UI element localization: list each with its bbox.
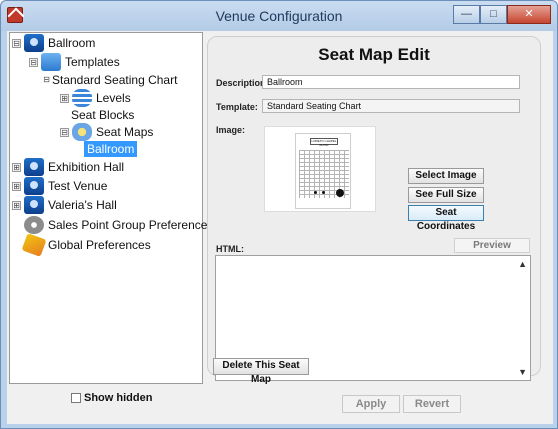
html-label: HTML: xyxy=(216,244,244,254)
venue-configuration-window: Venue Configuration — □ ✕ ⊟ Ballroom ⊟ T… xyxy=(0,0,558,429)
scroll-down-arrow-icon[interactable]: ▼ xyxy=(518,367,527,377)
levels-icon xyxy=(72,89,92,107)
templates-icon xyxy=(41,53,61,71)
description-label: Description: xyxy=(216,78,269,88)
tree-node-label: Global Preferences xyxy=(48,238,151,252)
seat-maps-icon xyxy=(72,123,92,141)
collapse-icon[interactable]: ⊟ xyxy=(12,38,21,48)
tree-node-sales-point-group-preferences[interactable]: Sales Point Group Preferences xyxy=(24,216,213,234)
show-hidden-label: Show hidden xyxy=(84,392,153,404)
tree-node-label: Levels xyxy=(96,91,131,105)
template-label: Template: xyxy=(216,102,258,112)
tree-node-label: Templates xyxy=(65,55,120,69)
stage-marker xyxy=(336,189,344,197)
venue-tree[interactable]: ⊟ Ballroom ⊟ Templates ⊟ Standard Seatin… xyxy=(9,32,213,384)
tree-node-label: Sales Point Group Preferences xyxy=(48,218,214,232)
venue-icon xyxy=(24,34,44,52)
panel-title: Seat Map Edit xyxy=(318,45,430,64)
expand-icon[interactable]: ⊞ xyxy=(60,93,69,103)
gear-icon xyxy=(24,216,44,234)
close-button[interactable]: ✕ xyxy=(507,5,551,24)
venue-icon xyxy=(24,158,44,176)
revert-button[interactable]: Revert xyxy=(403,395,461,413)
tree-node-ballroom[interactable]: ⊟ Ballroom xyxy=(12,34,95,52)
globe-icon xyxy=(21,233,47,257)
show-hidden-checkbox[interactable] xyxy=(71,393,81,403)
expand-icon[interactable]: ⊞ xyxy=(12,200,21,210)
seat-coordinates-button[interactable]: Seat Coordinates xyxy=(408,205,484,232)
apply-button[interactable]: Apply xyxy=(342,395,400,413)
tree-node-seat-map-ballroom[interactable]: Ballroom xyxy=(84,140,138,158)
collapse-icon[interactable]: ⊟ xyxy=(43,75,50,85)
tree-node-templates[interactable]: ⊟ Templates xyxy=(29,53,120,71)
thumbnail-heading: LORETO CHAPEL ALTAR xyxy=(310,138,338,147)
tree-node-label: Seat Blocks xyxy=(71,108,135,122)
tree-node-standard-seating-chart[interactable]: ⊟ Standard Seating Chart xyxy=(43,71,177,89)
tree-node-label-selected: Ballroom xyxy=(84,141,138,157)
seat-marker xyxy=(322,191,325,194)
preview-tab[interactable]: Preview xyxy=(454,238,530,253)
tree-node-label: Standard Seating Chart xyxy=(52,73,178,87)
seat-map-image-preview: LORETO CHAPEL ALTAR xyxy=(264,126,376,212)
seat-map-edit-panel: Seat Map Edit Description: Ballroom Temp… xyxy=(207,36,541,381)
title-bar[interactable]: Venue Configuration — □ ✕ xyxy=(1,1,557,31)
venue-icon xyxy=(24,177,44,195)
seat-marker xyxy=(314,191,317,194)
image-label: Image: xyxy=(216,125,246,135)
window-controls: — □ ✕ xyxy=(453,5,551,24)
tree-node-test-venue[interactable]: ⊞ Test Venue xyxy=(12,177,107,195)
collapse-icon[interactable]: ⊟ xyxy=(29,57,38,67)
tree-node-label: Seat Maps xyxy=(96,125,154,139)
tree-node-global-preferences[interactable]: Global Preferences xyxy=(21,233,151,257)
delete-seat-map-button[interactable]: Delete This Seat Map xyxy=(213,358,309,385)
tree-node-levels[interactable]: ⊞ Levels xyxy=(60,89,131,107)
maximize-button[interactable]: □ xyxy=(480,5,507,24)
minimize-button[interactable]: — xyxy=(453,5,480,24)
tree-node-seat-blocks[interactable]: Seat Blocks xyxy=(71,106,134,124)
tree-node-valerias-hall[interactable]: ⊞ Valeria's Hall xyxy=(12,196,117,214)
description-field[interactable]: Ballroom xyxy=(262,75,520,89)
venue-icon xyxy=(24,196,44,214)
expand-icon[interactable]: ⊞ xyxy=(12,181,21,191)
see-full-size-button[interactable]: See Full Size xyxy=(408,187,484,203)
tree-node-label: Ballroom xyxy=(48,36,96,50)
template-field: Standard Seating Chart xyxy=(262,99,520,113)
select-image-button[interactable]: Select Image xyxy=(408,168,484,184)
tree-node-label: Valeria's Hall xyxy=(48,198,117,212)
tree-node-seat-maps[interactable]: ⊟ Seat Maps xyxy=(60,123,153,141)
tree-node-exhibition-hall[interactable]: ⊞ Exhibition Hall xyxy=(12,158,124,176)
client-area: ⊟ Ballroom ⊟ Templates ⊟ Standard Seatin… xyxy=(7,31,553,424)
tree-node-label: Exhibition Hall xyxy=(48,160,125,174)
collapse-icon[interactable]: ⊟ xyxy=(60,127,69,137)
expand-icon[interactable]: ⊞ xyxy=(12,162,21,172)
show-hidden-toggle[interactable]: Show hidden xyxy=(71,392,152,404)
tree-node-label: Test Venue xyxy=(48,179,108,193)
scroll-up-arrow-icon[interactable]: ▲ xyxy=(518,259,527,269)
seat-map-thumbnail: LORETO CHAPEL ALTAR xyxy=(295,133,351,209)
